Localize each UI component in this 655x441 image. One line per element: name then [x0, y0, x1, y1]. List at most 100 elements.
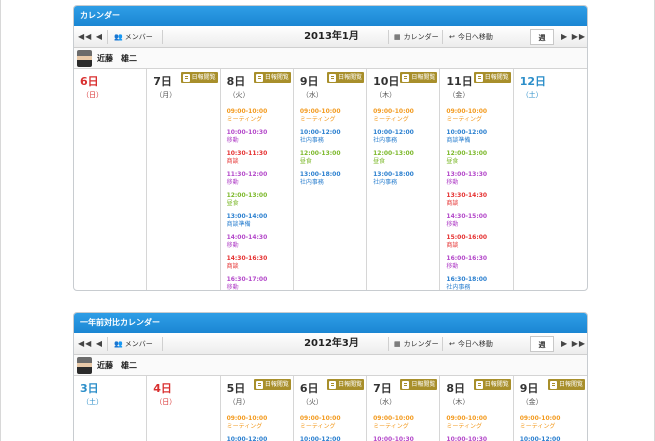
schedule-event[interactable]: 10:00-12:00社内事務: [300, 436, 366, 441]
event-time: 13:00-18:00: [299, 171, 341, 178]
today-button[interactable]: ↩ 今日へ移動: [449, 26, 493, 48]
schedule-event[interactable]: 10:00-12:00社内事務: [373, 129, 439, 145]
schedule-event[interactable]: 10:00-12:00社内事務: [520, 436, 587, 441]
day-number[interactable]: 4日: [153, 380, 219, 396]
report-icon: [475, 380, 483, 389]
schedule-event[interactable]: 09:00-10:00 ミーティング: [520, 415, 587, 431]
schedule-event[interactable]: 15:00-16:00 商談: [446, 234, 512, 250]
next-navigation[interactable]: ▶ ▶▶: [561, 26, 586, 48]
day-column[interactable]: 10日 （木） 日報閲覧 09:00-10:00 ミーティング 10:00-12:00 社内…: [367, 69, 441, 290]
schedule-event[interactable]: 16:00-16:30 移動: [446, 255, 512, 271]
daily-report-button[interactable]: 日報閲覧: [253, 379, 291, 390]
day-number[interactable]: 12日: [520, 73, 587, 89]
event-title: 社内事務: [373, 137, 398, 144]
daily-report-button[interactable]: 日報閲覧: [327, 379, 365, 390]
schedule-event[interactable]: 09:00-10:00 ミーティング: [373, 415, 439, 431]
prev-navigation[interactable]: ◀◀ ◀: [78, 26, 103, 48]
event-title: ミーティング: [226, 423, 263, 430]
schedule-event[interactable]: 09:00-10:00 ミーティング: [446, 108, 512, 124]
today-button[interactable]: ↩ 今日へ移動: [449, 333, 493, 355]
schedule-event[interactable]: 09:00-10:00 ミーティング: [227, 415, 293, 431]
schedule-event[interactable]: 09:00-10:00 ミーティング: [446, 415, 512, 431]
return-icon: ↩: [449, 33, 455, 41]
schedule-event[interactable]: 09:00-10:00 ミーティング: [300, 415, 366, 431]
daily-report-button[interactable]: 日報閲覧: [547, 379, 585, 390]
event-title: ミーティング: [519, 423, 556, 430]
member-button[interactable]: 👥 メンバー: [114, 333, 153, 355]
schedule-event[interactable]: 10:00-10:30移動: [227, 129, 293, 145]
event-time: 10:00-10:30: [373, 436, 414, 441]
event-title: 昼食: [226, 200, 239, 207]
daily-report-button[interactable]: 日報閲覧: [327, 72, 365, 83]
prev-navigation[interactable]: ◀◀ ◀: [78, 333, 103, 355]
weekday-label: （月）: [155, 91, 177, 99]
weekday-label: （火）: [301, 398, 323, 406]
schedule-event[interactable]: 09:00-10:00 ミーティング: [300, 108, 366, 124]
daily-report-button[interactable]: 日報閲覧: [473, 379, 511, 390]
schedule-event[interactable]: 14:30-15:00 移動: [446, 213, 512, 229]
user-row: 近藤 雄二: [74, 355, 587, 376]
day-column[interactable]: 9日 （水） 日報閲覧 09:00-10:00 ミーティング 10:00-12:00 社内事…: [294, 69, 368, 290]
day-column[interactable]: 8日 （火） 日報閲覧 09:00-10:00 ミーティング 10:00-10:30 移動 1…: [221, 69, 294, 290]
schedule-event[interactable]: 10:00-12:00社内事務: [300, 129, 366, 145]
day-column[interactable]: 6日（火）日報閲覧09:00-10:00ミーティング10:00-12:00社内事…: [294, 376, 368, 441]
schedule-event[interactable]: 10:00-12:00商談準備: [446, 129, 512, 145]
day-column[interactable]: 7日 （月） 日報閲覧: [147, 69, 221, 290]
day-column[interactable]: 8日（木）日報閲覧09:00-10:00ミーティング10:00-10:30移動: [440, 376, 514, 441]
schedule-event[interactable]: 14:00-14:30 移動: [227, 234, 293, 250]
event-title: ミーティング: [446, 423, 483, 430]
schedule-event[interactable]: 10:30-11:30 商談: [227, 150, 293, 166]
day-column[interactable]: 12日 （土）: [514, 69, 587, 290]
report-icon: [329, 73, 337, 82]
schedule-event[interactable]: 13:00-14:00 商談準備: [227, 213, 293, 229]
schedule-event[interactable]: 13:00-13:30 移動: [446, 171, 512, 187]
schedule-event[interactable]: 12:00-13:00 昼食: [446, 150, 512, 166]
daily-report-button[interactable]: 日報閲覧: [180, 72, 218, 83]
daily-report-button[interactable]: 日報閲覧: [473, 72, 511, 83]
day-column[interactable]: 4日 （日）: [147, 376, 221, 441]
next-navigation[interactable]: ▶ ▶▶: [561, 333, 586, 355]
schedule-event[interactable]: 10:00-12:00商談準備: [227, 436, 293, 441]
member-button[interactable]: 👥 メンバー: [114, 26, 153, 48]
schedule-event[interactable]: 10:00-10:30移動: [373, 436, 439, 441]
day-column[interactable]: 6日 （日）: [74, 69, 148, 290]
day-column[interactable]: 9日（金）日報閲覧09:00-10:00ミーティング10:00-12:00社内事…: [514, 376, 587, 441]
schedule-event[interactable]: 13:00-18:00 社内事務: [373, 171, 439, 187]
event-time: 10:00-12:00: [373, 129, 414, 136]
event-title: ミーティング: [373, 116, 409, 123]
schedule-event[interactable]: 16:30-17:00 移動: [227, 276, 293, 290]
weekday-label: （金）: [521, 398, 543, 406]
schedule-event[interactable]: 12:00-13:00 昼食: [227, 192, 293, 208]
week-view-button[interactable]: 週: [530, 336, 554, 352]
schedule-event[interactable]: 11:30-12:00 移動: [227, 171, 293, 187]
event-time: 09:00-10:00: [446, 415, 488, 422]
schedule-event[interactable]: 12:00-13:00 昼食: [373, 150, 439, 166]
event-title: ミーティング: [373, 423, 409, 430]
day-column[interactable]: 11日 （金） 日報閲覧 09:00-10:00 ミーティング 10:00-12:00 商談…: [440, 69, 514, 290]
day-number[interactable]: 3日: [80, 380, 146, 396]
report-icon: [329, 380, 337, 389]
schedule-event[interactable]: 09:00-10:00 ミーティング: [373, 108, 439, 124]
day-column[interactable]: 5日（月）日報閲覧09:00-10:00ミーティング10:00-12:00商談準…: [221, 376, 294, 441]
calendar-button[interactable]: ▦ カレンダー: [394, 333, 439, 355]
today-label: 今日へ移動: [457, 340, 493, 348]
daily-report-button[interactable]: 日報閲覧: [253, 72, 291, 83]
schedule-event[interactable]: 12:00-13:00 昼食: [300, 150, 366, 166]
schedule-event[interactable]: 13:30-14:30 商談: [446, 192, 512, 208]
event-title: 移動: [226, 137, 239, 144]
schedule-event[interactable]: 09:00-10:00 ミーティング: [227, 108, 293, 124]
week-view-button[interactable]: 週: [530, 29, 554, 45]
schedule-event[interactable]: 10:00-10:30移動: [446, 436, 512, 441]
schedule-event[interactable]: 16:30-18:00 社内事務: [446, 276, 512, 290]
event-title: 商談: [446, 200, 459, 207]
avatar: [77, 49, 92, 67]
calendar-button[interactable]: ▦ カレンダー: [394, 26, 439, 48]
daily-report-label: 日報閲覧: [338, 74, 363, 81]
day-number[interactable]: 6日: [80, 73, 146, 89]
day-column[interactable]: 3日 （土）: [74, 376, 148, 441]
daily-report-button[interactable]: 日報閲覧: [400, 379, 438, 390]
schedule-event[interactable]: 13:00-18:00 社内事務: [300, 171, 366, 187]
day-column[interactable]: 7日（水）日報閲覧09:00-10:00ミーティング10:00-10:30移動: [367, 376, 441, 441]
daily-report-button[interactable]: 日報閲覧: [400, 72, 438, 83]
schedule-event[interactable]: 14:30-16:30 商談: [227, 255, 293, 271]
